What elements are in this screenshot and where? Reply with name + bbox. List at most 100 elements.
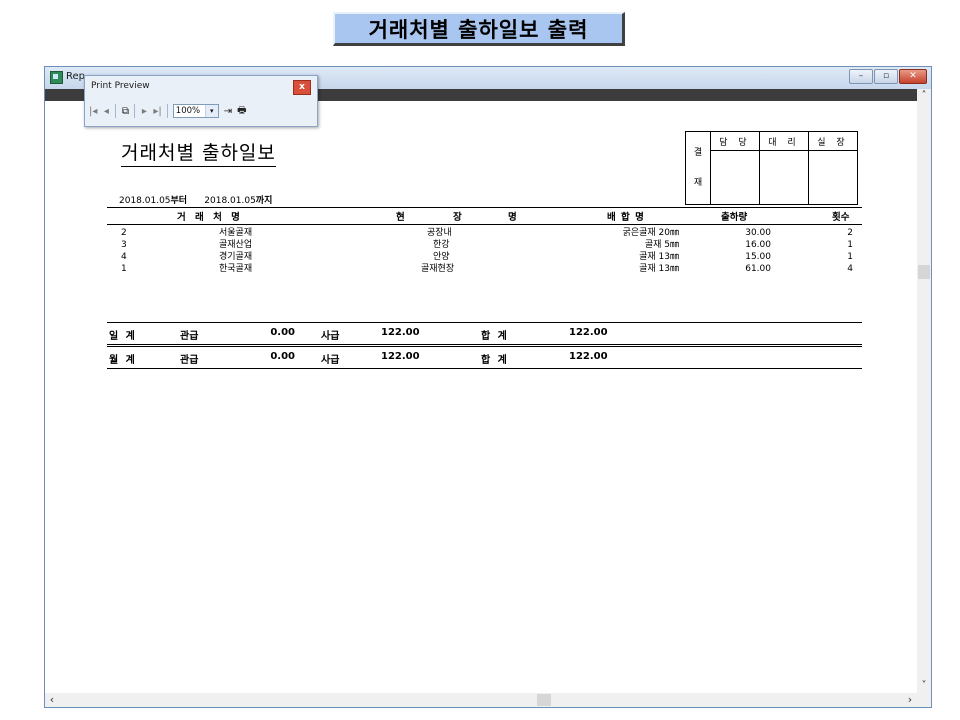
row-site: 공장내 [427,228,452,238]
row-site: 한강 [433,240,450,250]
exit-icon[interactable]: ⇥ [224,106,232,117]
col-header-qty: 출하량 [721,212,748,223]
date-to: 2018.01.05 [204,196,256,206]
approval-head-deputy: 대 리 [759,130,809,152]
approval-head-manager: 실 장 [808,130,858,152]
monthly-official-value: 0.00 [270,351,295,362]
approval-box: 결 재 담 당 대 리 실 장 [685,130,858,205]
horizontal-scroll-thumb[interactable] [537,694,551,706]
row-code: 3 [121,240,127,250]
row-qty: 15.00 [745,252,771,262]
first-page-icon[interactable]: |◂ [89,106,97,117]
daily-top-rule [107,322,862,323]
window-title: Rep [66,71,85,82]
daily-total-label: 합 계 [481,331,509,342]
date-from: 2018.01.05 [119,196,171,206]
daily-total-value: 122.00 [569,327,608,338]
row-site: 골재현장 [421,264,455,274]
row-count: 1 [847,240,853,250]
app-icon [50,71,63,84]
row-mix: 굵은골재 20㎜ [622,228,679,238]
daily-private-value: 122.00 [381,327,420,338]
header-bottom-rule [107,224,862,225]
monthly-total-value: 122.00 [569,351,608,362]
row-qty: 16.00 [745,240,771,250]
close-window-button[interactable]: ✕ [899,69,927,84]
monthly-label: 월 계 [109,355,137,366]
toolbar-separator [115,104,117,118]
zoom-value: 100% [175,106,201,116]
copy-icon[interactable]: ⧉ [121,106,129,117]
next-page-icon[interactable]: ▸ [140,106,148,117]
maximize-button[interactable]: ▫ [874,69,898,84]
approval-side-bottom: 재 [693,178,703,188]
monthly-private-label: 사급 [321,355,340,366]
print-preview-panel[interactable]: Print Preview x |◂ ◂ ⧉ ▸ ▸| 100% ▾ ⇥ 🖶 [84,75,318,127]
vertical-scrollbar[interactable]: ˄ ˅ [917,89,931,693]
date-from-suffix: 부터 [170,196,188,206]
row-code: 4 [121,252,127,262]
row-client: 서울골재 [219,228,253,238]
toolbar-separator [166,104,168,118]
monthly-official-label: 관급 [180,355,199,366]
daily-official-label: 관급 [180,331,199,342]
scroll-down-icon[interactable]: ˅ [917,679,931,693]
date-to-suffix: 까지 [255,196,273,206]
approval-sign-manager[interactable] [808,150,858,205]
approval-sign-staff[interactable] [710,150,760,205]
horizontal-scrollbar[interactable]: ‹ › [45,693,917,707]
row-qty: 30.00 [745,228,771,238]
row-count: 1 [847,252,853,262]
print-preview-toolbar: |◂ ◂ ⧉ ▸ ▸| 100% ▾ ⇥ 🖶 [89,101,313,121]
row-code: 1 [121,264,127,274]
row-qty: 61.00 [745,264,771,274]
scroll-right-icon[interactable]: › [903,693,917,707]
daily-official-value: 0.00 [270,327,295,338]
date-range: 2018.01.05부터 2018.01.05까지 [119,193,272,206]
daily-private-label: 사급 [321,331,340,342]
report-canvas: 거래처별 출하일보 2018.01.05부터 2018.01.05까지 결 재 … [45,101,917,693]
approval-side: 결 재 [685,131,711,205]
approval-head-staff: 담 당 [710,130,760,152]
col-header-site-3: 명 [508,212,520,223]
monthly-bottom-rule [107,368,862,369]
scroll-corner [917,693,931,707]
print-preview-title: Print Preview [91,81,150,91]
vertical-scroll-thumb[interactable] [918,265,930,279]
monthly-private-value: 122.00 [381,351,420,362]
row-mix: 골재 13㎜ [639,252,679,262]
daily-bottom-rule [107,344,862,345]
minimize-button[interactable]: – [849,69,873,84]
row-mix: 골재 5㎜ [644,240,679,250]
row-client: 골재산업 [219,240,253,250]
last-page-icon[interactable]: ▸| [153,106,161,117]
row-client: 경기골재 [219,252,253,262]
row-count: 2 [847,228,853,238]
scroll-up-icon[interactable]: ˄ [917,89,931,103]
chevron-down-icon[interactable]: ▾ [204,105,218,117]
report-title: 거래처별 출하일보 [121,138,276,167]
prev-page-icon[interactable]: ◂ [102,106,110,117]
col-header-count: 횟수 [832,212,850,223]
scroll-left-icon[interactable]: ‹ [45,693,59,707]
report-window: Rep – ▫ ✕ 거래처별 출하일보 2018.01.05부터 2018.01… [44,66,932,708]
row-count: 4 [847,264,853,274]
col-header-mix: 배 합 명 [607,212,645,223]
header-top-rule [107,207,862,208]
row-client: 한국골재 [219,264,253,274]
row-mix: 골재 13㎜ [639,264,679,274]
row-site: 안양 [433,252,450,262]
approval-side-top: 결 [693,148,703,158]
zoom-select[interactable]: 100% ▾ [172,104,219,118]
approval-sign-deputy[interactable] [759,150,809,205]
col-header-site-2: 장 [453,212,465,223]
monthly-total-label: 합 계 [481,355,509,366]
window-controls: – ▫ ✕ [849,69,927,84]
print-icon[interactable]: 🖶 [237,103,246,120]
print-preview-close-button[interactable]: x [293,80,311,95]
toolbar-separator [134,104,136,118]
row-code: 2 [121,228,127,238]
daily-label: 일 계 [109,331,137,342]
col-header-site-1: 현 [396,212,408,223]
col-header-client: 거 래 처 명 [177,212,243,223]
